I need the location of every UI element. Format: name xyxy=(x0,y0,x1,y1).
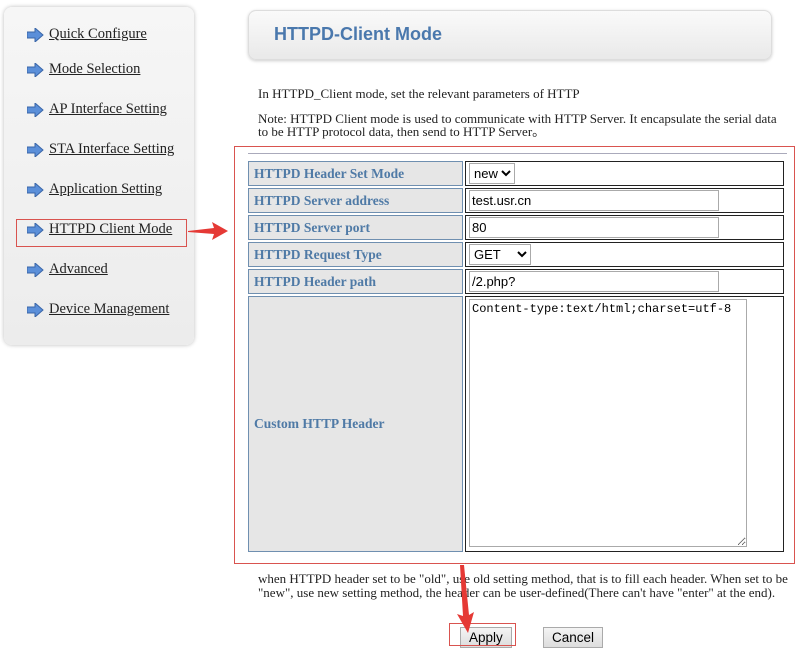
arrow-bullet-icon xyxy=(27,262,44,277)
sidebar xyxy=(4,7,194,345)
server-port-input[interactable] xyxy=(469,217,719,238)
arrow-bullet-icon xyxy=(27,27,44,42)
arrow-right-icon xyxy=(188,222,228,240)
arrow-bullet-icon xyxy=(27,62,44,77)
sidebar-item-label: Advanced xyxy=(49,261,108,277)
sidebar-item-quick-configure[interactable]: Quick Configure xyxy=(27,26,147,43)
sidebar-item-ap-interface-setting[interactable]: AP Interface Setting xyxy=(27,101,167,118)
header-set-mode-label: HTTPD Header Set Mode xyxy=(248,161,463,186)
request-type-label: HTTPD Request Type xyxy=(248,242,463,267)
sidebar-item-label: Mode Selection xyxy=(49,61,141,77)
sidebar-item-label: STA Interface Setting xyxy=(49,141,175,157)
intro-text: In HTTPD_Client mode, set the relevant p… xyxy=(258,86,580,101)
page-header: HTTPD-Client Mode xyxy=(248,10,772,60)
custom-header-textarea[interactable]: Content-type:text/html;charset=utf-8 xyxy=(469,299,747,547)
sidebar-item-device-management[interactable]: Device Management xyxy=(27,301,169,318)
header-path-label: HTTPD Header path xyxy=(248,269,463,294)
server-port-label: HTTPD Server port xyxy=(248,215,463,240)
settings-table: HTTPD Header Set Mode new HTTPD Server ad… xyxy=(246,159,786,554)
arrow-bullet-icon xyxy=(27,182,44,197)
table-row: HTTPD Request Type GET xyxy=(248,242,784,267)
sidebar-item-label: Device Management xyxy=(49,301,170,317)
note-text: Note: HTTPD Client mode is used to commu… xyxy=(258,111,777,139)
sidebar-item-application-setting[interactable]: Application Setting xyxy=(27,181,162,198)
sidebar-item-label: Application Setting xyxy=(49,181,163,197)
divider xyxy=(248,153,787,154)
server-address-input[interactable] xyxy=(469,190,719,211)
table-row: HTTPD Header Set Mode new xyxy=(248,161,784,186)
header-path-input[interactable] xyxy=(469,271,719,292)
sidebar-item-label: AP Interface Setting xyxy=(49,101,167,117)
table-row: HTTPD Server address xyxy=(248,188,784,213)
footnote-text: when HTTPD header set to be "old", use o… xyxy=(258,571,788,600)
server-address-label: HTTPD Server address xyxy=(248,188,463,213)
sidebar-item-sta-interface-setting[interactable]: STA Interface Setting xyxy=(27,141,174,158)
table-row: Custom HTTP Header Content-type:text/html… xyxy=(248,296,784,552)
sidebar-item-label: Quick Configure xyxy=(49,26,147,42)
annotation-box-nav xyxy=(16,219,187,247)
request-type-select[interactable]: GET xyxy=(469,244,531,265)
arrow-bullet-icon xyxy=(27,102,44,117)
page-title: HTTPD-Client Mode xyxy=(274,24,442,44)
cancel-button[interactable]: Cancel xyxy=(543,627,604,648)
table-row: HTTPD Server port xyxy=(248,215,784,240)
table-row: HTTPD Header path xyxy=(248,269,784,294)
custom-header-label: Custom HTTP Header xyxy=(248,296,463,552)
arrow-bullet-icon xyxy=(27,302,44,317)
annotation-box-apply xyxy=(449,623,516,646)
sidebar-item-advanced[interactable]: Advanced xyxy=(27,261,108,278)
arrow-bullet-icon xyxy=(27,142,44,157)
sidebar-item-mode-selection[interactable]: Mode Selection xyxy=(27,61,140,78)
header-set-mode-select[interactable]: new xyxy=(469,163,515,184)
